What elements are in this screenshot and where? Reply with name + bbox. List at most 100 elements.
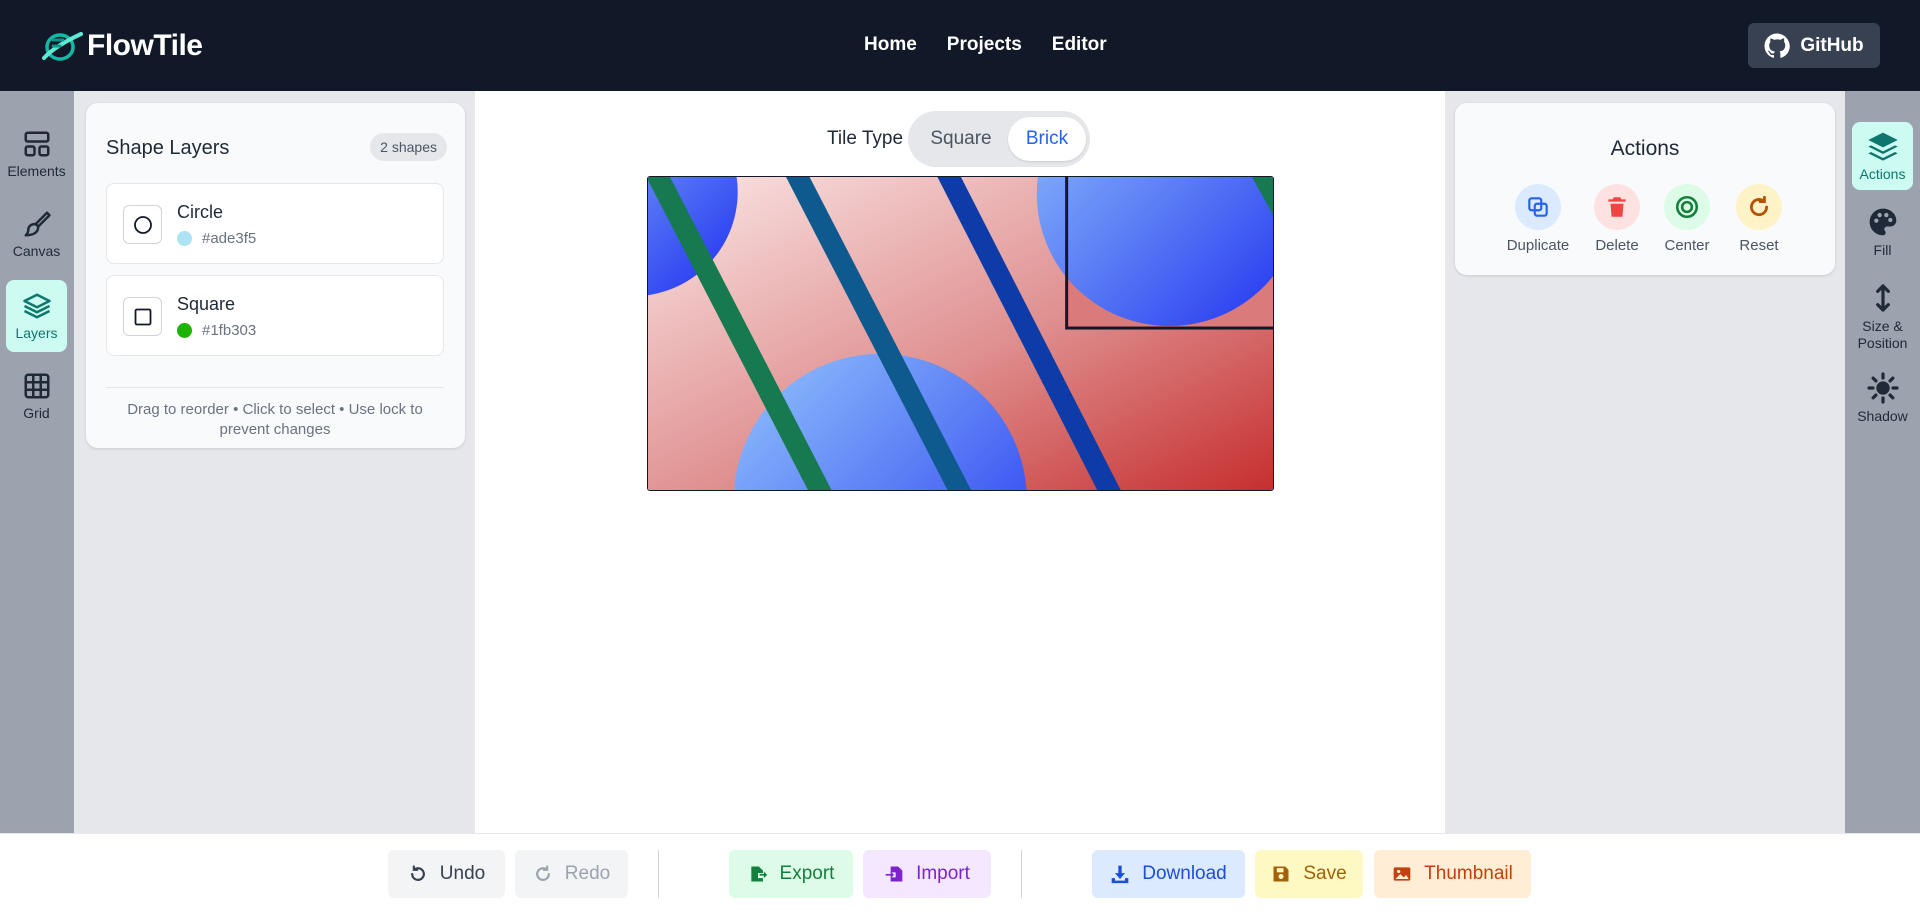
tile-type-brick-option[interactable]: Brick: [1008, 117, 1086, 161]
sun-icon: [1866, 371, 1899, 404]
rail-size-position-label: Size & Position: [1857, 318, 1908, 351]
delete-label: Delete: [1595, 237, 1639, 254]
reset-icon: [1750, 195, 1768, 217]
resize-vertical-icon: [1875, 284, 1890, 312]
panel-title: Shape Layers: [106, 137, 230, 159]
tile-canvas[interactable]: [647, 176, 1274, 491]
rail-actions[interactable]: Actions: [1852, 122, 1913, 190]
layer-color-swatch: [177, 231, 192, 246]
github-button[interactable]: GitHub: [1748, 23, 1880, 68]
layer-color-value: #ade3f5: [202, 230, 257, 247]
nav-editor[interactable]: Editor: [1052, 34, 1107, 56]
rail-canvas-label: Canvas: [12, 243, 61, 259]
import-label: Import: [916, 863, 970, 884]
layer-color-value: #1fb303: [202, 322, 257, 339]
divider: [106, 387, 444, 388]
duplicate-button[interactable]: Duplicate: [1500, 184, 1576, 254]
shape-count-badge: 2 shapes: [370, 133, 447, 161]
thumbnail-button[interactable]: Thumbnail: [1374, 850, 1531, 898]
thumbnail-label: Thumbnail: [1424, 863, 1513, 884]
delete-button[interactable]: Delete: [1579, 184, 1655, 254]
save-label: Save: [1303, 863, 1347, 884]
undo-button[interactable]: Undo: [388, 850, 505, 898]
palette-icon: [1869, 208, 1896, 235]
layer-name: Square: [177, 294, 236, 314]
delete-circle: [1594, 184, 1640, 230]
reset-label: Reset: [1739, 237, 1779, 254]
flowtile-logo-icon: [42, 32, 83, 61]
bottom-toolbar: Undo Redo Export Import Download Save Th…: [0, 833, 1920, 912]
export-icon: [750, 866, 767, 882]
download-button[interactable]: Download: [1092, 850, 1245, 898]
center-circle: [1664, 184, 1710, 230]
redo-button[interactable]: Redo: [515, 850, 628, 898]
rail-fill[interactable]: Fill: [1852, 202, 1913, 262]
circle-shape-icon: [123, 205, 162, 244]
reset-circle: [1736, 184, 1782, 230]
left-tool-rail: Elements Canvas Layers Grid: [0, 91, 74, 833]
layers-hint: Drag to reorder • Click to select • Use …: [127, 401, 423, 438]
rail-layers[interactable]: Layers: [6, 280, 67, 352]
target-icon: [1675, 195, 1699, 219]
right-panel-area: Actions Duplicate Delete Center Reset: [1445, 91, 1845, 833]
export-label: Export: [779, 863, 835, 884]
divider: [658, 850, 659, 898]
top-navbar: FlowTile Home Projects Editor GitHub: [0, 0, 1920, 91]
redo-label: Redo: [564, 863, 611, 884]
rail-shadow[interactable]: Shadow: [1852, 366, 1913, 430]
divider: [1021, 850, 1022, 898]
redo-icon: [535, 865, 550, 881]
reset-button[interactable]: Reset: [1721, 184, 1797, 254]
rail-grid-label: Grid: [23, 405, 50, 421]
actions-panel: Actions Duplicate Delete Center Reset: [1455, 103, 1835, 275]
tile-type-label: Tile Type: [827, 128, 904, 149]
square-shape-icon: [123, 297, 162, 336]
brand[interactable]: FlowTile: [41, 26, 203, 66]
main-nav: Home Projects Editor: [864, 34, 1107, 56]
duplicate-icon: [1528, 197, 1548, 217]
rail-fill-label: Fill: [1873, 241, 1892, 258]
brand-name: FlowTile: [87, 29, 203, 62]
center-label: Center: [1664, 237, 1710, 254]
duplicate-circle: [1515, 184, 1561, 230]
rail-actions-label: Actions: [1859, 165, 1906, 182]
download-icon: [1111, 865, 1129, 884]
rail-grid[interactable]: Grid: [6, 360, 67, 432]
rail-shadow-label: Shadow: [1857, 407, 1908, 424]
layer-item-circle[interactable]: Circle #ade3f5: [106, 183, 444, 264]
duplicate-label: Duplicate: [1506, 237, 1570, 254]
trash-icon: [1608, 197, 1626, 217]
grid-icon: [24, 373, 49, 399]
rail-size-position[interactable]: Size & Position: [1852, 277, 1913, 357]
import-icon: [885, 866, 903, 882]
layer-name: Circle: [177, 202, 224, 222]
import-button[interactable]: Import: [863, 850, 991, 898]
left-panel-area: Shape Layers 2 shapes Circle #ade3f5 Squ…: [74, 91, 475, 833]
save-button[interactable]: Save: [1255, 850, 1363, 898]
actions-title: Actions: [1610, 137, 1680, 160]
layer-item-square[interactable]: Square #1fb303: [106, 275, 444, 356]
brush-icon: [24, 211, 51, 237]
tile-type-toggle: Square Brick: [908, 111, 1090, 167]
right-tool-rail: Actions Fill Size & Position Shadow: [1845, 91, 1920, 833]
github-icon: [1764, 33, 1791, 58]
undo-label: Undo: [439, 863, 486, 884]
export-button[interactable]: Export: [729, 850, 853, 898]
github-label: GitHub: [1800, 34, 1864, 56]
layers-icon: [22, 293, 51, 319]
center-button[interactable]: Center: [1649, 184, 1725, 254]
rail-elements-label: Elements: [7, 163, 66, 179]
image-icon: [1393, 867, 1411, 881]
nav-home[interactable]: Home: [864, 34, 917, 56]
shape-layers-panel: Shape Layers 2 shapes Circle #ade3f5 Squ…: [86, 103, 465, 448]
tile-preview: [648, 177, 1273, 490]
download-label: Download: [1142, 863, 1227, 884]
save-icon: [1273, 866, 1289, 882]
rail-elements[interactable]: Elements: [6, 118, 67, 190]
nav-projects[interactable]: Projects: [947, 34, 1022, 56]
rail-canvas[interactable]: Canvas: [6, 198, 67, 270]
tile-type-square-option[interactable]: Square: [914, 117, 1008, 161]
undo-icon: [410, 865, 425, 881]
layers-stack-icon: [1867, 132, 1898, 161]
layer-color-swatch: [177, 323, 192, 338]
